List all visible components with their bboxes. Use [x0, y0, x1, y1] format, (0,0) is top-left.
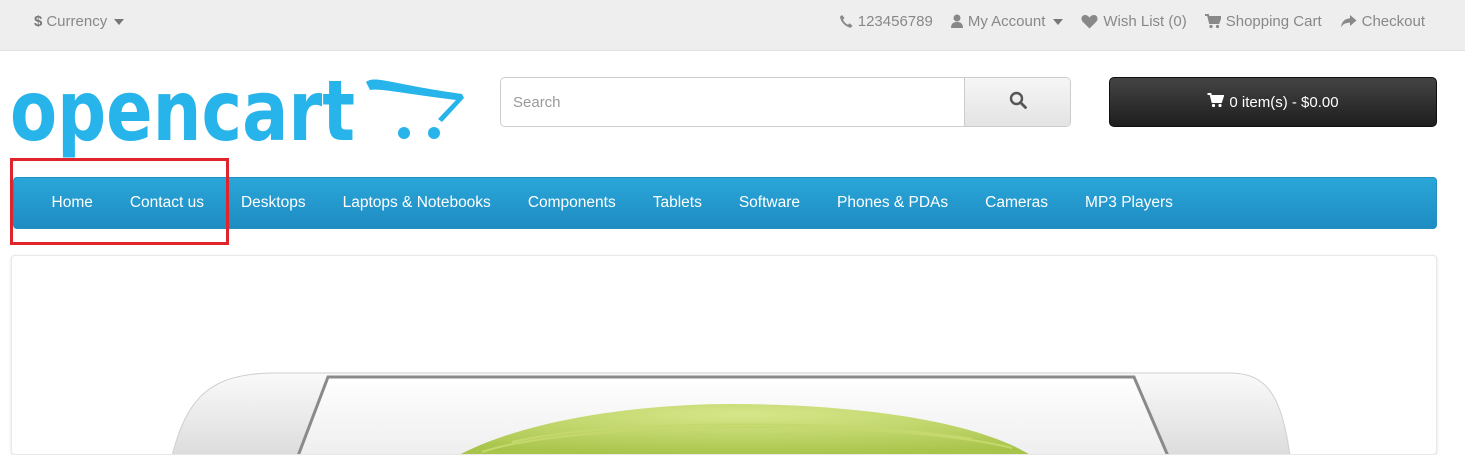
share-icon	[1340, 14, 1357, 29]
search-icon	[1009, 91, 1027, 114]
currency-dropdown[interactable]: $ Currency	[34, 13, 125, 30]
category-menu: Home Contact us Desktops Laptops & Noteb…	[13, 177, 1437, 229]
menu-item-components[interactable]: Components	[509, 177, 634, 229]
top-bar: $ Currency 123456789 My Account Wish Lis…	[0, 0, 1465, 51]
menu-item-home[interactable]: Home	[33, 177, 111, 229]
search-input[interactable]	[501, 78, 964, 126]
phone-icon	[839, 14, 853, 29]
currency-label: Currency	[46, 13, 108, 30]
phone-number: 123456789	[857, 13, 933, 30]
menu-item-mp3-players[interactable]: MP3 Players	[1067, 177, 1192, 229]
search-bar	[500, 77, 1071, 127]
menu-item-tablets[interactable]: Tablets	[634, 177, 720, 229]
checkout-link[interactable]: Checkout	[1340, 13, 1425, 30]
cart-button[interactable]: 0 item(s) - $0.00	[1109, 77, 1437, 127]
logo-text: opencart	[10, 70, 355, 160]
user-icon	[950, 14, 963, 29]
heart-icon	[1081, 14, 1098, 29]
my-account-dropdown[interactable]: My Account	[950, 13, 1064, 30]
logo-wheel-right	[428, 127, 440, 139]
wish-list-label: Wish List (0)	[1103, 13, 1187, 30]
cart-icon	[1204, 14, 1221, 29]
menu-item-phones-pdas[interactable]: Phones & PDAs	[819, 177, 967, 229]
chevron-down-icon	[1053, 18, 1064, 25]
logo-cart-swoosh	[366, 79, 464, 122]
store-logo[interactable]: opencart	[10, 62, 470, 160]
my-account-label: My Account	[967, 13, 1046, 30]
menu-item-desktops[interactable]: Desktops	[222, 177, 324, 229]
shopping-cart-link[interactable]: Shopping Cart	[1204, 13, 1322, 30]
top-links: 123456789 My Account Wish List (0) Shopp…	[839, 13, 1425, 30]
cart-icon	[1207, 92, 1225, 112]
checkout-label: Checkout	[1361, 13, 1425, 30]
menu-item-cameras[interactable]: Cameras	[967, 177, 1067, 229]
menu-item-laptops-notebooks[interactable]: Laptops & Notebooks	[324, 177, 509, 229]
cart-total: 0 item(s) - $0.00	[1229, 93, 1339, 111]
currency-symbol: $	[34, 13, 43, 30]
search-button[interactable]	[964, 78, 1070, 126]
logo-wheel-left	[398, 127, 410, 139]
slideshow-banner[interactable]	[11, 255, 1437, 455]
chevron-down-icon	[114, 18, 125, 25]
phone-link[interactable]: 123456789	[839, 13, 933, 30]
shopping-cart-label: Shopping Cart	[1225, 13, 1322, 30]
menu-item-software[interactable]: Software	[720, 177, 818, 229]
wish-list-link[interactable]: Wish List (0)	[1081, 13, 1187, 30]
menu-item-contact-us[interactable]: Contact us	[111, 177, 222, 229]
